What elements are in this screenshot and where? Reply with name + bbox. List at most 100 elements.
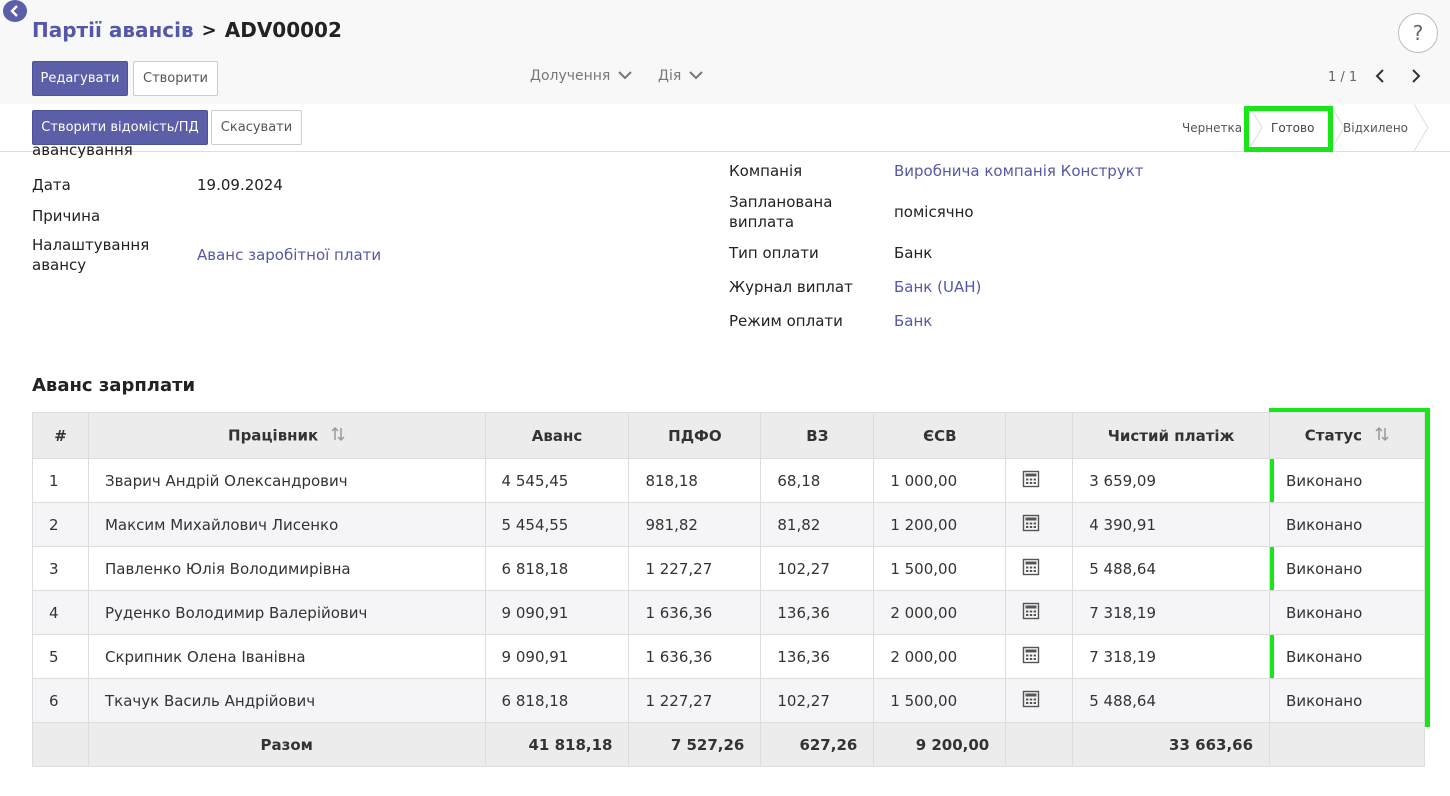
totals-row: Разом 41 818,18 7 527,26 627,26 9 200,00…: [32, 722, 1425, 767]
cell-advance: 9 090,91: [484, 634, 630, 679]
cell-pdfo: 818,18: [628, 458, 762, 503]
reason-label: Причина: [32, 207, 101, 225]
pager-next-button[interactable]: [1404, 66, 1428, 90]
payment-mode-link[interactable]: Банк: [894, 311, 932, 331]
col-header-num: #: [32, 412, 89, 459]
totals-esv: 9 200,00: [873, 722, 1007, 767]
totals-advance: 41 818,18: [484, 722, 630, 767]
cell-advance: 4 545,45: [484, 458, 630, 503]
totals-net: 33 663,66: [1072, 722, 1271, 767]
cell-status: Виконано: [1269, 634, 1425, 679]
cell-employee: Скрипник Олена Іванівна: [87, 634, 486, 679]
cell-employee: Руденко Володимир Валерійович: [87, 590, 486, 635]
payment-type-label: Тип оплати: [729, 244, 819, 262]
attachments-dropdown[interactable]: Долучення: [530, 68, 633, 84]
sort-arrows-icon[interactable]: [331, 425, 346, 447]
cell-net: 7 318,19: [1072, 634, 1271, 679]
col-header-pdfo[interactable]: ПДФО: [628, 412, 762, 459]
cell-num: 2: [32, 502, 89, 547]
table-row[interactable]: 2 Максим Михайлович Лисенко 5 454,55 981,82…: [32, 502, 1425, 547]
cell-num: 3: [32, 546, 89, 591]
payment-type-value: Банк: [894, 244, 933, 262]
cell-vz: 136,36: [760, 590, 875, 635]
totals-empty: [32, 722, 89, 767]
cell-calc: [1005, 458, 1074, 503]
col-header-status-label: Статус: [1304, 426, 1362, 444]
stage-rejected[interactable]: Відхилено: [1343, 104, 1408, 151]
table-row[interactable]: 5 Скрипник Олена Іванівна 9 090,91 1 636,36…: [32, 634, 1425, 679]
col-header-status[interactable]: Статус: [1269, 412, 1425, 459]
cell-num: 5: [32, 634, 89, 679]
cell-num: 4: [32, 590, 89, 635]
table-row[interactable]: 1 Зварич Андрій Олександрович 4 545,45 818,…: [32, 458, 1425, 503]
col-header-employee-label: Працівник: [228, 426, 319, 444]
chevron-down-icon: [689, 68, 703, 84]
stage-done[interactable]: Готово: [1271, 104, 1314, 151]
calculator-icon[interactable]: [1022, 558, 1040, 580]
company-link[interactable]: Виробнича компанія Конструкт: [894, 161, 1144, 181]
cell-employee: Максим Михайлович Лисенко: [87, 502, 486, 547]
create-button[interactable]: Створити: [133, 61, 218, 96]
pager-value[interactable]: 1 / 1: [1328, 70, 1357, 85]
calculator-icon[interactable]: [1022, 514, 1040, 536]
payment-mode-label: Режим оплати: [729, 312, 843, 330]
col-header-net[interactable]: Чистий платіж: [1072, 412, 1271, 459]
col-header-calc: [1005, 412, 1074, 459]
chevron-left-icon: [1375, 69, 1385, 87]
help-button[interactable]: ?: [1398, 13, 1438, 53]
col-header-esv[interactable]: ЄСВ: [873, 412, 1007, 459]
stage-draft[interactable]: Чернетка: [1182, 104, 1242, 151]
cell-net: 5 488,64: [1072, 678, 1271, 723]
cell-advance: 9 090,91: [484, 590, 630, 635]
calculator-icon[interactable]: [1022, 690, 1040, 712]
table-row[interactable]: 3 Павленко Юлія Володимирівна 6 818,18 1 22…: [32, 546, 1425, 591]
cell-status: Виконано: [1269, 502, 1425, 547]
cell-pdfo: 981,82: [628, 502, 762, 547]
col-header-employee[interactable]: Працівник: [87, 412, 486, 459]
cell-vz: 81,82: [760, 502, 875, 547]
calculator-icon[interactable]: [1022, 646, 1040, 668]
calculator-icon[interactable]: [1022, 470, 1040, 492]
table-row[interactable]: 4 Руденко Володимир Валерійович 9 090,91 1 …: [32, 590, 1425, 635]
back-arrow-icon[interactable]: [3, 0, 27, 22]
breadcrumb: Партії авансів > ADV00002: [32, 18, 342, 42]
cell-status: Виконано: [1269, 678, 1425, 723]
create-statement-button[interactable]: Створити відомість/ПД: [32, 110, 208, 145]
cell-pdfo: 1 227,27: [628, 678, 762, 723]
chevron-right-icon: [1411, 69, 1421, 87]
partial-label: авансування: [32, 144, 133, 162]
breadcrumb-separator: >: [201, 19, 217, 41]
totals-calc-empty: [1005, 722, 1074, 767]
date-label: Дата: [32, 176, 71, 194]
advance-settings-label: Налаштування авансу: [32, 236, 150, 274]
cell-pdfo: 1 636,36: [628, 590, 762, 635]
cell-calc: [1005, 634, 1074, 679]
cell-pdfo: 1 227,27: [628, 546, 762, 591]
chevron-down-icon: [618, 68, 633, 84]
col-header-vz[interactable]: ВЗ: [760, 412, 875, 459]
cell-calc: [1005, 678, 1074, 723]
table-row[interactable]: 6 Ткачук Василь Андрійович 6 818,18 1 227,2…: [32, 678, 1425, 723]
payment-journal-link[interactable]: Банк (UAH): [894, 277, 981, 297]
pager-previous-button[interactable]: [1368, 66, 1392, 90]
edit-button[interactable]: Редагувати: [32, 61, 128, 96]
col-header-advance[interactable]: Аванс: [484, 412, 630, 459]
cell-esv: 1 500,00: [873, 546, 1007, 591]
breadcrumb-parent-link[interactable]: Партії авансів: [32, 18, 194, 42]
attachments-label: Долучення: [530, 68, 611, 84]
sort-arrows-icon[interactable]: [1375, 425, 1389, 447]
cell-num: 1: [32, 458, 89, 503]
totals-pdfo: 7 527,26: [628, 722, 762, 767]
advance-settings-link[interactable]: Аванс заробітної плати: [197, 245, 381, 265]
totals-vz: 627,26: [760, 722, 875, 767]
cancel-button[interactable]: Скасувати: [211, 110, 302, 145]
cell-esv: 2 000,00: [873, 634, 1007, 679]
advance-table: # Працівник Аванс ПДФО ВЗ ЄСВ Чистий пла…: [32, 412, 1425, 767]
action-dropdown[interactable]: Дія: [658, 68, 703, 84]
totals-label: Разом: [87, 722, 486, 767]
cell-net: 7 318,19: [1072, 590, 1271, 635]
date-value: 19.09.2024: [197, 176, 283, 194]
calculator-icon[interactable]: [1022, 602, 1040, 624]
cell-vz: 136,36: [760, 634, 875, 679]
cell-advance: 6 818,18: [484, 678, 630, 723]
